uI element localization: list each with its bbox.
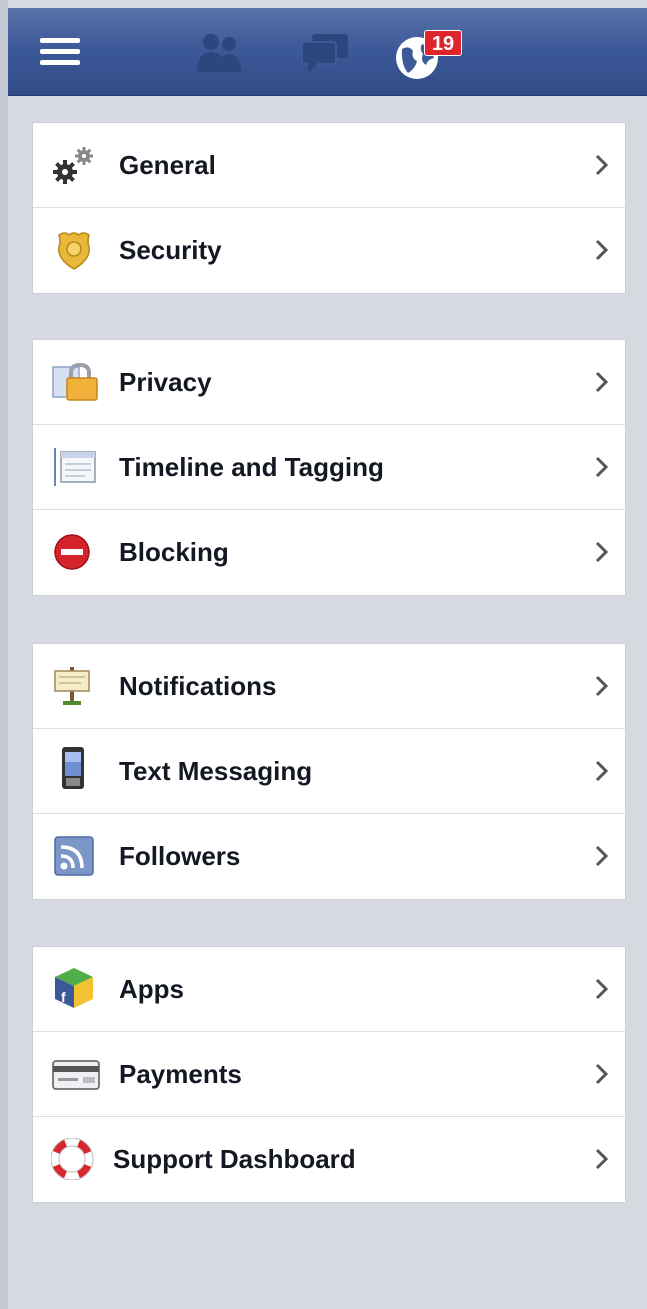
settings-item-label: General xyxy=(119,150,216,180)
settings-group-notifications: Notifications Text Messaging Followers xyxy=(32,643,626,900)
settings-item-label: Privacy xyxy=(119,367,212,397)
settings-item-apps[interactable]: f Apps xyxy=(33,947,625,1032)
settings-group-privacy: Privacy Timeline and Tagging Blocking xyxy=(32,339,626,596)
hamburger-menu-icon[interactable] xyxy=(40,38,80,68)
badge-shield-icon xyxy=(51,229,97,271)
notifications-count-badge: 19 xyxy=(424,30,462,56)
padlock-icon xyxy=(51,361,98,403)
settings-item-label: Security xyxy=(119,235,222,265)
settings-item-label: Payments xyxy=(119,1059,242,1089)
chevron-right-icon xyxy=(595,239,609,261)
settings-item-support-dashboard[interactable]: Support Dashboard xyxy=(33,1117,625,1202)
settings-item-text-messaging[interactable]: Text Messaging xyxy=(33,729,625,814)
settings-item-label: Apps xyxy=(119,974,184,1004)
lifebuoy-icon xyxy=(50,1137,97,1181)
settings-group-account: General Security xyxy=(32,122,626,294)
settings-item-general[interactable]: General xyxy=(33,123,625,208)
chevron-right-icon xyxy=(595,675,609,697)
settings-item-notifications[interactable]: Notifications xyxy=(33,644,625,729)
no-entry-icon xyxy=(51,531,97,573)
settings-item-followers[interactable]: Followers xyxy=(33,814,625,899)
chevron-right-icon xyxy=(595,371,609,393)
svg-text:f: f xyxy=(61,989,66,1005)
chevron-right-icon xyxy=(595,845,609,867)
chevron-right-icon xyxy=(595,1063,609,1085)
chevron-right-icon xyxy=(595,154,609,176)
chevron-right-icon xyxy=(595,1148,609,1170)
chevron-right-icon xyxy=(595,978,609,1000)
gears-icon xyxy=(51,144,97,186)
settings-item-security[interactable]: Security xyxy=(33,208,625,293)
settings-item-blocking[interactable]: Blocking xyxy=(33,510,625,595)
settings-item-label: Followers xyxy=(119,841,241,871)
chevron-right-icon xyxy=(595,760,609,782)
app-cube-icon: f xyxy=(51,968,97,1010)
chevron-right-icon xyxy=(595,541,609,563)
chevron-right-icon xyxy=(595,456,609,478)
mobile-phone-icon xyxy=(51,747,97,792)
settings-item-label: Timeline and Tagging xyxy=(119,452,384,482)
left-edge xyxy=(0,0,8,1309)
credit-card-icon xyxy=(51,1053,100,1095)
settings-group-apps: f Apps Payments Support Dashboard xyxy=(32,946,626,1203)
settings-item-payments[interactable]: Payments xyxy=(33,1032,625,1117)
settings-item-privacy[interactable]: Privacy xyxy=(33,340,625,425)
settings-item-label: Support Dashboard xyxy=(113,1144,356,1174)
settings-item-label: Notifications xyxy=(119,671,277,701)
friends-icon[interactable] xyxy=(194,30,246,81)
signpost-icon xyxy=(51,665,97,707)
settings-item-label: Blocking xyxy=(119,537,229,567)
timeline-icon xyxy=(51,446,97,488)
rss-feed-icon xyxy=(51,835,97,877)
top-navigation-bar: 19 xyxy=(8,8,647,96)
settings-item-timeline-tagging[interactable]: Timeline and Tagging xyxy=(33,425,625,510)
messages-icon[interactable] xyxy=(298,30,352,81)
settings-item-label: Text Messaging xyxy=(119,756,313,786)
